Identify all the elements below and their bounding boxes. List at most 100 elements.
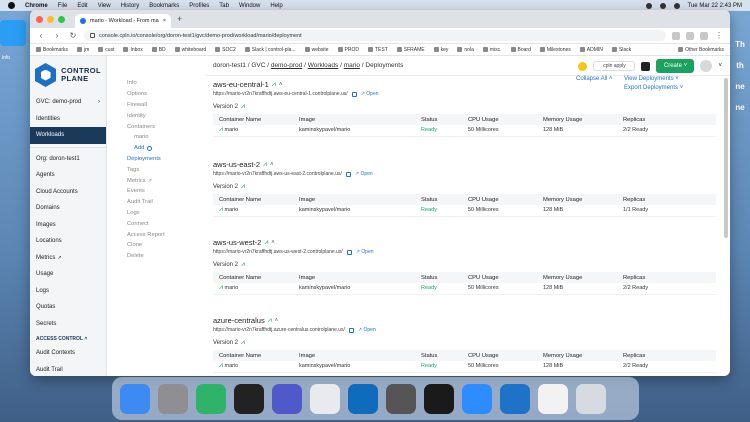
sidebar-item-agents[interactable]: Agents bbox=[30, 167, 106, 184]
sidebar-item-audit-contexts[interactable]: Audit Contexts bbox=[30, 345, 106, 362]
extension-icon[interactable] bbox=[686, 31, 694, 40]
subnav-delete[interactable]: Delete bbox=[107, 251, 205, 262]
browser-tab-active[interactable]: mario - Workload - From mar × bbox=[75, 14, 171, 28]
table-row[interactable]: ⩘ mario kaminskypavel/mario Ready 50 Mil… bbox=[213, 283, 716, 295]
sidebar-item-audit-trail[interactable]: Audit Trail bbox=[30, 362, 106, 377]
subnav-logs[interactable]: Logs bbox=[107, 208, 205, 219]
sidebar-item-metrics[interactable]: Metrics ↗ bbox=[30, 250, 106, 267]
bookmark-item[interactable]: Board bbox=[510, 47, 531, 53]
control-center-icon[interactable] bbox=[673, 2, 680, 9]
new-tab-button[interactable]: + bbox=[177, 14, 182, 24]
subnav-identity[interactable]: Identity bbox=[107, 110, 205, 121]
terminal-icon[interactable] bbox=[234, 383, 264, 414]
chevron-up-icon[interactable]: ˄ bbox=[279, 82, 283, 88]
access-control-section[interactable]: ACCESS CONTROL ˄ bbox=[30, 332, 106, 345]
sidebar-item-secrets[interactable]: Secrets bbox=[30, 316, 106, 333]
breadcrumb-org[interactable]: doron-test1 bbox=[213, 62, 246, 69]
copy-icon[interactable] bbox=[348, 327, 354, 333]
teams-icon[interactable] bbox=[272, 383, 302, 414]
forward-button[interactable]: › bbox=[52, 31, 62, 40]
page-scrollbar[interactable] bbox=[724, 78, 728, 238]
sidebar-item-usage[interactable]: Usage bbox=[30, 266, 106, 283]
reload-button[interactable]: ↻ bbox=[68, 31, 78, 40]
subnav-access-report[interactable]: Access Report bbox=[107, 229, 205, 240]
trash-icon[interactable] bbox=[576, 383, 606, 414]
bookmark-item[interactable]: BD bbox=[151, 47, 166, 53]
bookmark-item[interactable]: SFRAME bbox=[396, 47, 425, 53]
terminal-icon[interactable] bbox=[641, 61, 651, 71]
outlook-icon[interactable] bbox=[348, 383, 378, 414]
table-row[interactable]: ⩘ mario kaminskypavel/mario Ready 50 Mil… bbox=[213, 205, 716, 217]
subnav-firewall[interactable]: Firewall bbox=[107, 100, 205, 111]
bookmark-item[interactable]: Slack bbox=[611, 47, 631, 53]
menu-bookmarks[interactable]: Bookmarks bbox=[149, 3, 179, 9]
menu-window[interactable]: Window bbox=[239, 3, 260, 9]
chrome-icon[interactable] bbox=[310, 383, 340, 414]
other-bookmarks[interactable]: Other Bookmarks bbox=[678, 47, 724, 53]
subnav-deployments[interactable]: Deployments bbox=[107, 154, 205, 165]
copy-icon[interactable] bbox=[345, 171, 351, 177]
close-window-button[interactable] bbox=[36, 15, 43, 23]
bookmark-item[interactable]: Slack | control-pla... bbox=[244, 47, 296, 53]
sidebar-item-quotas[interactable]: Quotas bbox=[30, 299, 106, 316]
menu-history[interactable]: History bbox=[121, 3, 140, 9]
subnav-tags[interactable]: Tags bbox=[107, 164, 205, 175]
control-plane-logo[interactable]: CONTROL PLANE bbox=[30, 56, 106, 94]
menubar-app-name[interactable]: Chrome bbox=[25, 3, 48, 9]
subnav-connect[interactable]: Connect bbox=[107, 218, 205, 229]
bookmark-item[interactable]: TEST bbox=[367, 47, 388, 53]
cli-apply-button[interactable]: cpln apply bbox=[593, 61, 636, 71]
create-button[interactable]: Create ˅ bbox=[656, 59, 695, 73]
status-icon[interactable] bbox=[645, 2, 652, 9]
sidebar-item-locations[interactable]: Locations bbox=[30, 233, 106, 250]
sidebar-item-logs[interactable]: Logs bbox=[30, 283, 106, 300]
menubar-clock[interactable]: Tue Mar 22 2:43 PM bbox=[688, 3, 742, 9]
subnav-info[interactable]: Info bbox=[107, 78, 205, 89]
bookmark-item[interactable]: cust bbox=[98, 47, 114, 53]
vscode-icon[interactable] bbox=[500, 383, 530, 414]
system-preferences-icon[interactable] bbox=[158, 383, 188, 414]
menu-view[interactable]: View bbox=[98, 3, 111, 9]
sidebar-item-workloads[interactable]: Workloads bbox=[30, 127, 106, 144]
open-link[interactable]: ↗ Open bbox=[356, 249, 374, 255]
breadcrumb-gvc-name[interactable]: demo-prod bbox=[271, 62, 302, 69]
sidebar-item-identities[interactable]: Identities bbox=[30, 111, 106, 128]
bookmark-item[interactable]: jm bbox=[77, 47, 89, 53]
apple-icon[interactable] bbox=[8, 2, 15, 9]
bookmark-item[interactable]: whiteboard bbox=[174, 47, 206, 53]
menu-tab[interactable]: Tab bbox=[219, 3, 229, 9]
address-bar[interactable]: console.cpln.io/console/org/doron-test1/… bbox=[84, 30, 666, 41]
subnav-events[interactable]: Events bbox=[107, 186, 205, 197]
breadcrumb-workloads[interactable]: Workloads bbox=[308, 62, 339, 69]
preview-icon[interactable] bbox=[538, 383, 568, 414]
subnav-metrics[interactable]: Metrics ↗ bbox=[107, 175, 205, 186]
sidebar-item-domains[interactable]: Domains bbox=[30, 200, 106, 217]
bookmark-item[interactable]: Inbox bbox=[123, 47, 143, 53]
minimize-window-button[interactable] bbox=[47, 15, 54, 23]
menu-help[interactable]: Help bbox=[270, 3, 282, 9]
org-selector[interactable]: Org: doron-test1 bbox=[30, 151, 106, 168]
menu-profiles[interactable]: Profiles bbox=[189, 3, 209, 9]
profile-icon[interactable] bbox=[700, 31, 708, 40]
bookmark-item[interactable]: ADMIN bbox=[579, 47, 603, 53]
calculator-icon[interactable] bbox=[386, 383, 416, 414]
user-avatar[interactable] bbox=[700, 60, 713, 72]
chevron-up-icon[interactable]: ˄ bbox=[275, 318, 279, 324]
sidebar-item-cloud-accounts[interactable]: Cloud Accounts bbox=[30, 184, 106, 201]
bookmark-item[interactable]: key bbox=[433, 47, 448, 53]
bookmark-item[interactable]: misc. bbox=[482, 47, 502, 53]
zoom-icon[interactable] bbox=[462, 383, 492, 414]
bookmark-item[interactable]: nola bbox=[457, 47, 474, 53]
bookmark-item[interactable]: PROD bbox=[337, 47, 359, 53]
menu-file[interactable]: File bbox=[58, 3, 68, 9]
open-link[interactable]: ↗ Open bbox=[361, 91, 379, 97]
chevron-down-icon[interactable]: ˅ bbox=[718, 63, 722, 69]
bookmark-item[interactable]: Bookmarks bbox=[36, 47, 68, 53]
table-row[interactable]: ⩘ mario kaminskypavel/mario Ready 50 Mil… bbox=[213, 361, 716, 373]
chevron-up-icon[interactable]: ˄ bbox=[270, 162, 274, 168]
network-app-icon[interactable] bbox=[196, 383, 226, 414]
copy-icon[interactable] bbox=[351, 91, 357, 97]
finder-icon[interactable] bbox=[120, 383, 150, 414]
extension-icon[interactable] bbox=[672, 31, 680, 40]
logitech-icon[interactable] bbox=[424, 383, 454, 414]
